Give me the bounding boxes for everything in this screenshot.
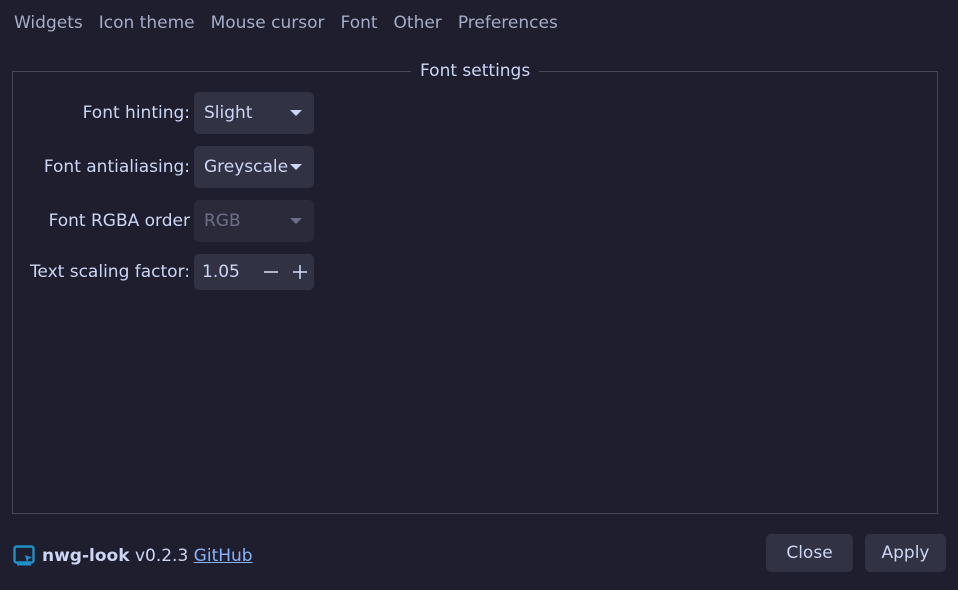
- app-name: nwg-look: [42, 546, 130, 566]
- text-scaling-value[interactable]: 1.05: [194, 262, 256, 282]
- font-antialiasing-dropdown[interactable]: Greyscale: [194, 146, 314, 188]
- app-version: v0.2.3: [134, 546, 189, 566]
- font-settings-frame: Font settings Font hinting: Slight Font …: [12, 60, 938, 514]
- font-rgba-order-value: RGB: [204, 211, 241, 231]
- tab-preferences[interactable]: Preferences: [458, 11, 558, 37]
- decrement-button[interactable]: [256, 254, 285, 290]
- tab-font[interactable]: Font: [341, 11, 378, 37]
- tab-mouse-cursor[interactable]: Mouse cursor: [211, 11, 325, 37]
- tab-widgets[interactable]: Widgets: [14, 11, 83, 37]
- chevron-down-icon: [290, 218, 302, 224]
- rgba-label-cell: Font RGBA order: [21, 200, 190, 242]
- font-rgba-order-label: Font RGBA order: [48, 211, 190, 231]
- close-button[interactable]: Close: [766, 534, 853, 572]
- nwg-look-logo-icon: [13, 545, 35, 566]
- font-hinting-label: Font hinting:: [82, 103, 190, 123]
- frame-title: Font settings: [411, 60, 540, 82]
- app-info: nwg-look v0.2.3 GitHub: [42, 544, 253, 568]
- tab-other[interactable]: Other: [394, 11, 442, 37]
- font-antialiasing-value: Greyscale: [204, 157, 289, 177]
- github-link[interactable]: GitHub: [194, 546, 253, 566]
- minus-icon: [263, 271, 278, 273]
- text-scaling-spinbutton: 1.05: [194, 254, 314, 290]
- chevron-down-icon: [290, 164, 302, 170]
- chevron-down-icon: [290, 110, 302, 116]
- increment-button[interactable]: [285, 254, 314, 290]
- font-antialiasing-label: Font antialiasing:: [43, 157, 190, 177]
- scaling-label-cell: Text scaling factor:: [21, 251, 190, 293]
- apply-button[interactable]: Apply: [865, 534, 946, 572]
- plus-icon: [292, 265, 307, 279]
- hinting-label-cell: Font hinting:: [21, 92, 190, 134]
- tab-bar: Widgets Icon theme Mouse cursor Font Oth…: [14, 11, 574, 37]
- text-scaling-factor-label: Text scaling factor:: [29, 262, 190, 282]
- tab-icon-theme[interactable]: Icon theme: [99, 11, 195, 37]
- font-hinting-value: Slight: [204, 103, 253, 123]
- antialiasing-label-cell: Font antialiasing:: [21, 146, 190, 188]
- font-hinting-dropdown[interactable]: Slight: [194, 92, 314, 134]
- font-rgba-order-dropdown: RGB: [194, 200, 314, 242]
